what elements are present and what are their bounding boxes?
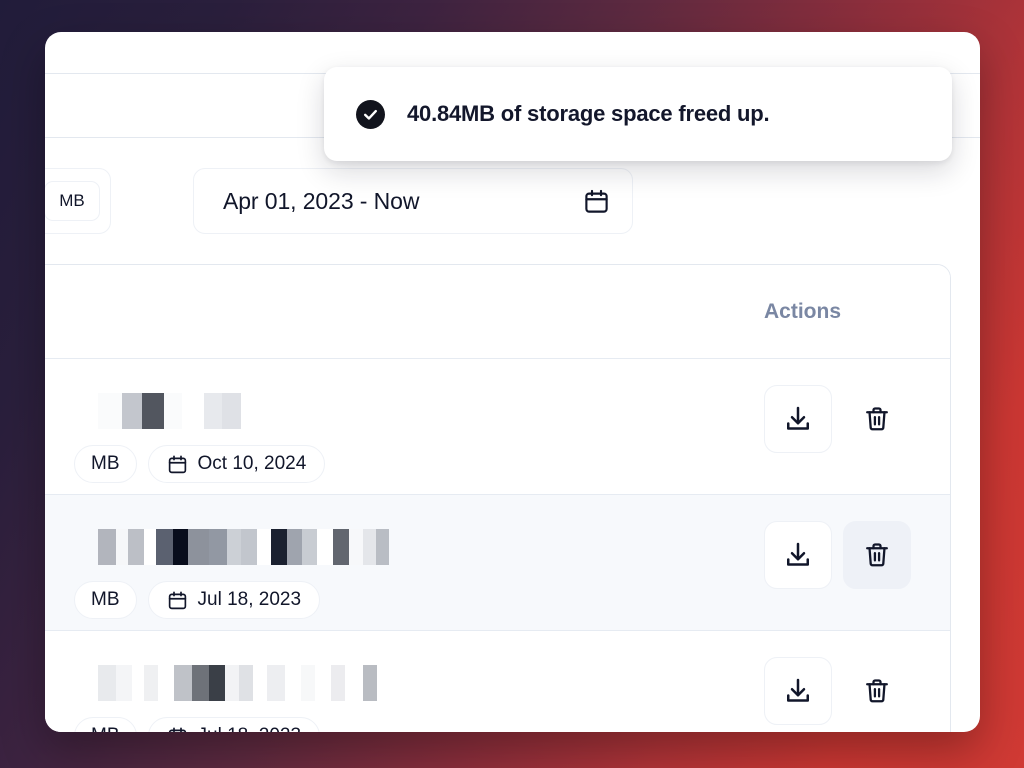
redaction-block	[156, 529, 173, 565]
toast-message: 40.84MB of storage space freed up.	[407, 101, 770, 126]
redaction-block	[349, 529, 363, 565]
redaction-block	[142, 393, 164, 429]
redaction-block	[174, 665, 192, 701]
redaction-block	[98, 393, 122, 429]
redaction-block	[144, 529, 156, 565]
redaction-block	[116, 665, 132, 701]
redacted-filename	[98, 665, 377, 701]
redaction-block	[302, 529, 317, 565]
redaction-block	[98, 665, 116, 701]
row-actions	[764, 657, 911, 725]
download-icon	[783, 404, 813, 434]
redaction-block	[222, 393, 241, 429]
delete-button[interactable]	[843, 521, 911, 589]
trash-icon	[863, 541, 891, 569]
redaction-block	[333, 529, 349, 565]
file-date-label: Oct 10, 2024	[197, 453, 307, 474]
unit-selector-group[interactable]: MB	[45, 168, 111, 234]
redaction-block	[239, 665, 253, 701]
download-button[interactable]	[764, 521, 832, 589]
row-actions	[764, 521, 911, 589]
row-meta-chips: MB Oct 10, 2024	[74, 445, 326, 483]
toast-notification[interactable]: 40.84MB of storage space freed up.	[324, 67, 952, 161]
download-icon	[783, 540, 813, 570]
date-range-value: Apr 01, 2023 - Now	[223, 187, 420, 214]
file-date-label: Jul 18, 2023	[197, 589, 302, 610]
file-size-chip: MB	[74, 445, 137, 483]
table-header-row: Actions	[45, 265, 950, 359]
table-row: MB Jul 18, 2023	[45, 495, 950, 631]
redaction-block	[173, 529, 188, 565]
unit-chip-mb[interactable]: MB	[45, 181, 100, 221]
row-meta-chips: MB Jul 18, 2023	[74, 581, 321, 619]
files-table: Actions MB Oct 10, 2024 MB Jul 18, 2023	[45, 264, 951, 732]
redaction-block	[227, 529, 241, 565]
redaction-block	[182, 393, 204, 429]
redacted-filename	[98, 529, 389, 565]
redaction-block	[363, 529, 376, 565]
redaction-block	[267, 665, 285, 701]
redaction-block	[209, 665, 225, 701]
redaction-block	[315, 665, 331, 701]
redaction-block	[331, 665, 345, 701]
delete-button[interactable]	[843, 385, 911, 453]
redaction-block	[317, 529, 333, 565]
trash-icon	[863, 405, 891, 433]
redaction-block	[225, 665, 239, 701]
redaction-block	[301, 665, 315, 701]
redaction-block	[98, 529, 116, 565]
column-header-actions: Actions	[764, 299, 842, 323]
table-row: MB Jul 18, 2023	[45, 631, 950, 732]
redaction-block	[144, 665, 158, 701]
row-meta-chips: MB Jul 18, 2023	[74, 717, 321, 732]
redaction-block	[257, 529, 271, 565]
row-actions	[764, 385, 911, 453]
redaction-block	[132, 665, 144, 701]
file-date-chip: Oct 10, 2024	[147, 445, 326, 483]
file-date-label: Jul 18, 2023	[198, 725, 302, 732]
redacted-filename	[98, 393, 241, 429]
calendar-icon	[167, 726, 188, 732]
file-date-chip: Jul 18, 2023	[147, 581, 321, 619]
file-size-chip: MB	[74, 581, 137, 619]
redaction-block	[122, 393, 142, 429]
calendar-icon	[167, 454, 188, 475]
delete-button[interactable]	[843, 657, 911, 725]
redaction-block	[287, 529, 302, 565]
file-date-chip: Jul 18, 2023	[147, 717, 321, 732]
redaction-block	[376, 529, 389, 565]
redaction-block	[271, 529, 287, 565]
redaction-block	[192, 665, 209, 701]
table-body: MB Oct 10, 2024 MB Jul 18, 2023	[45, 359, 950, 732]
download-icon	[783, 676, 813, 706]
date-range-picker[interactable]: Apr 01, 2023 - Now	[193, 168, 633, 234]
redaction-block	[204, 393, 222, 429]
redaction-block	[285, 665, 301, 701]
redaction-block	[128, 529, 144, 565]
calendar-icon	[583, 188, 610, 215]
redaction-block	[158, 665, 174, 701]
redaction-block	[116, 529, 128, 565]
trash-icon	[863, 677, 891, 705]
redaction-block	[164, 393, 182, 429]
download-button[interactable]	[764, 385, 832, 453]
table-row: MB Oct 10, 2024	[45, 359, 950, 495]
file-size-chip: MB	[74, 717, 137, 732]
check-circle-icon	[356, 99, 385, 129]
redaction-block	[209, 529, 227, 565]
calendar-icon	[167, 590, 188, 611]
screen: MB Apr 01, 2023 - Now Actions MB Oct 10,…	[0, 0, 1024, 768]
redaction-block	[363, 665, 377, 701]
redaction-block	[253, 665, 267, 701]
redaction-block	[241, 529, 257, 565]
redaction-block	[345, 665, 363, 701]
redaction-block	[188, 529, 209, 565]
download-button[interactable]	[764, 657, 832, 725]
